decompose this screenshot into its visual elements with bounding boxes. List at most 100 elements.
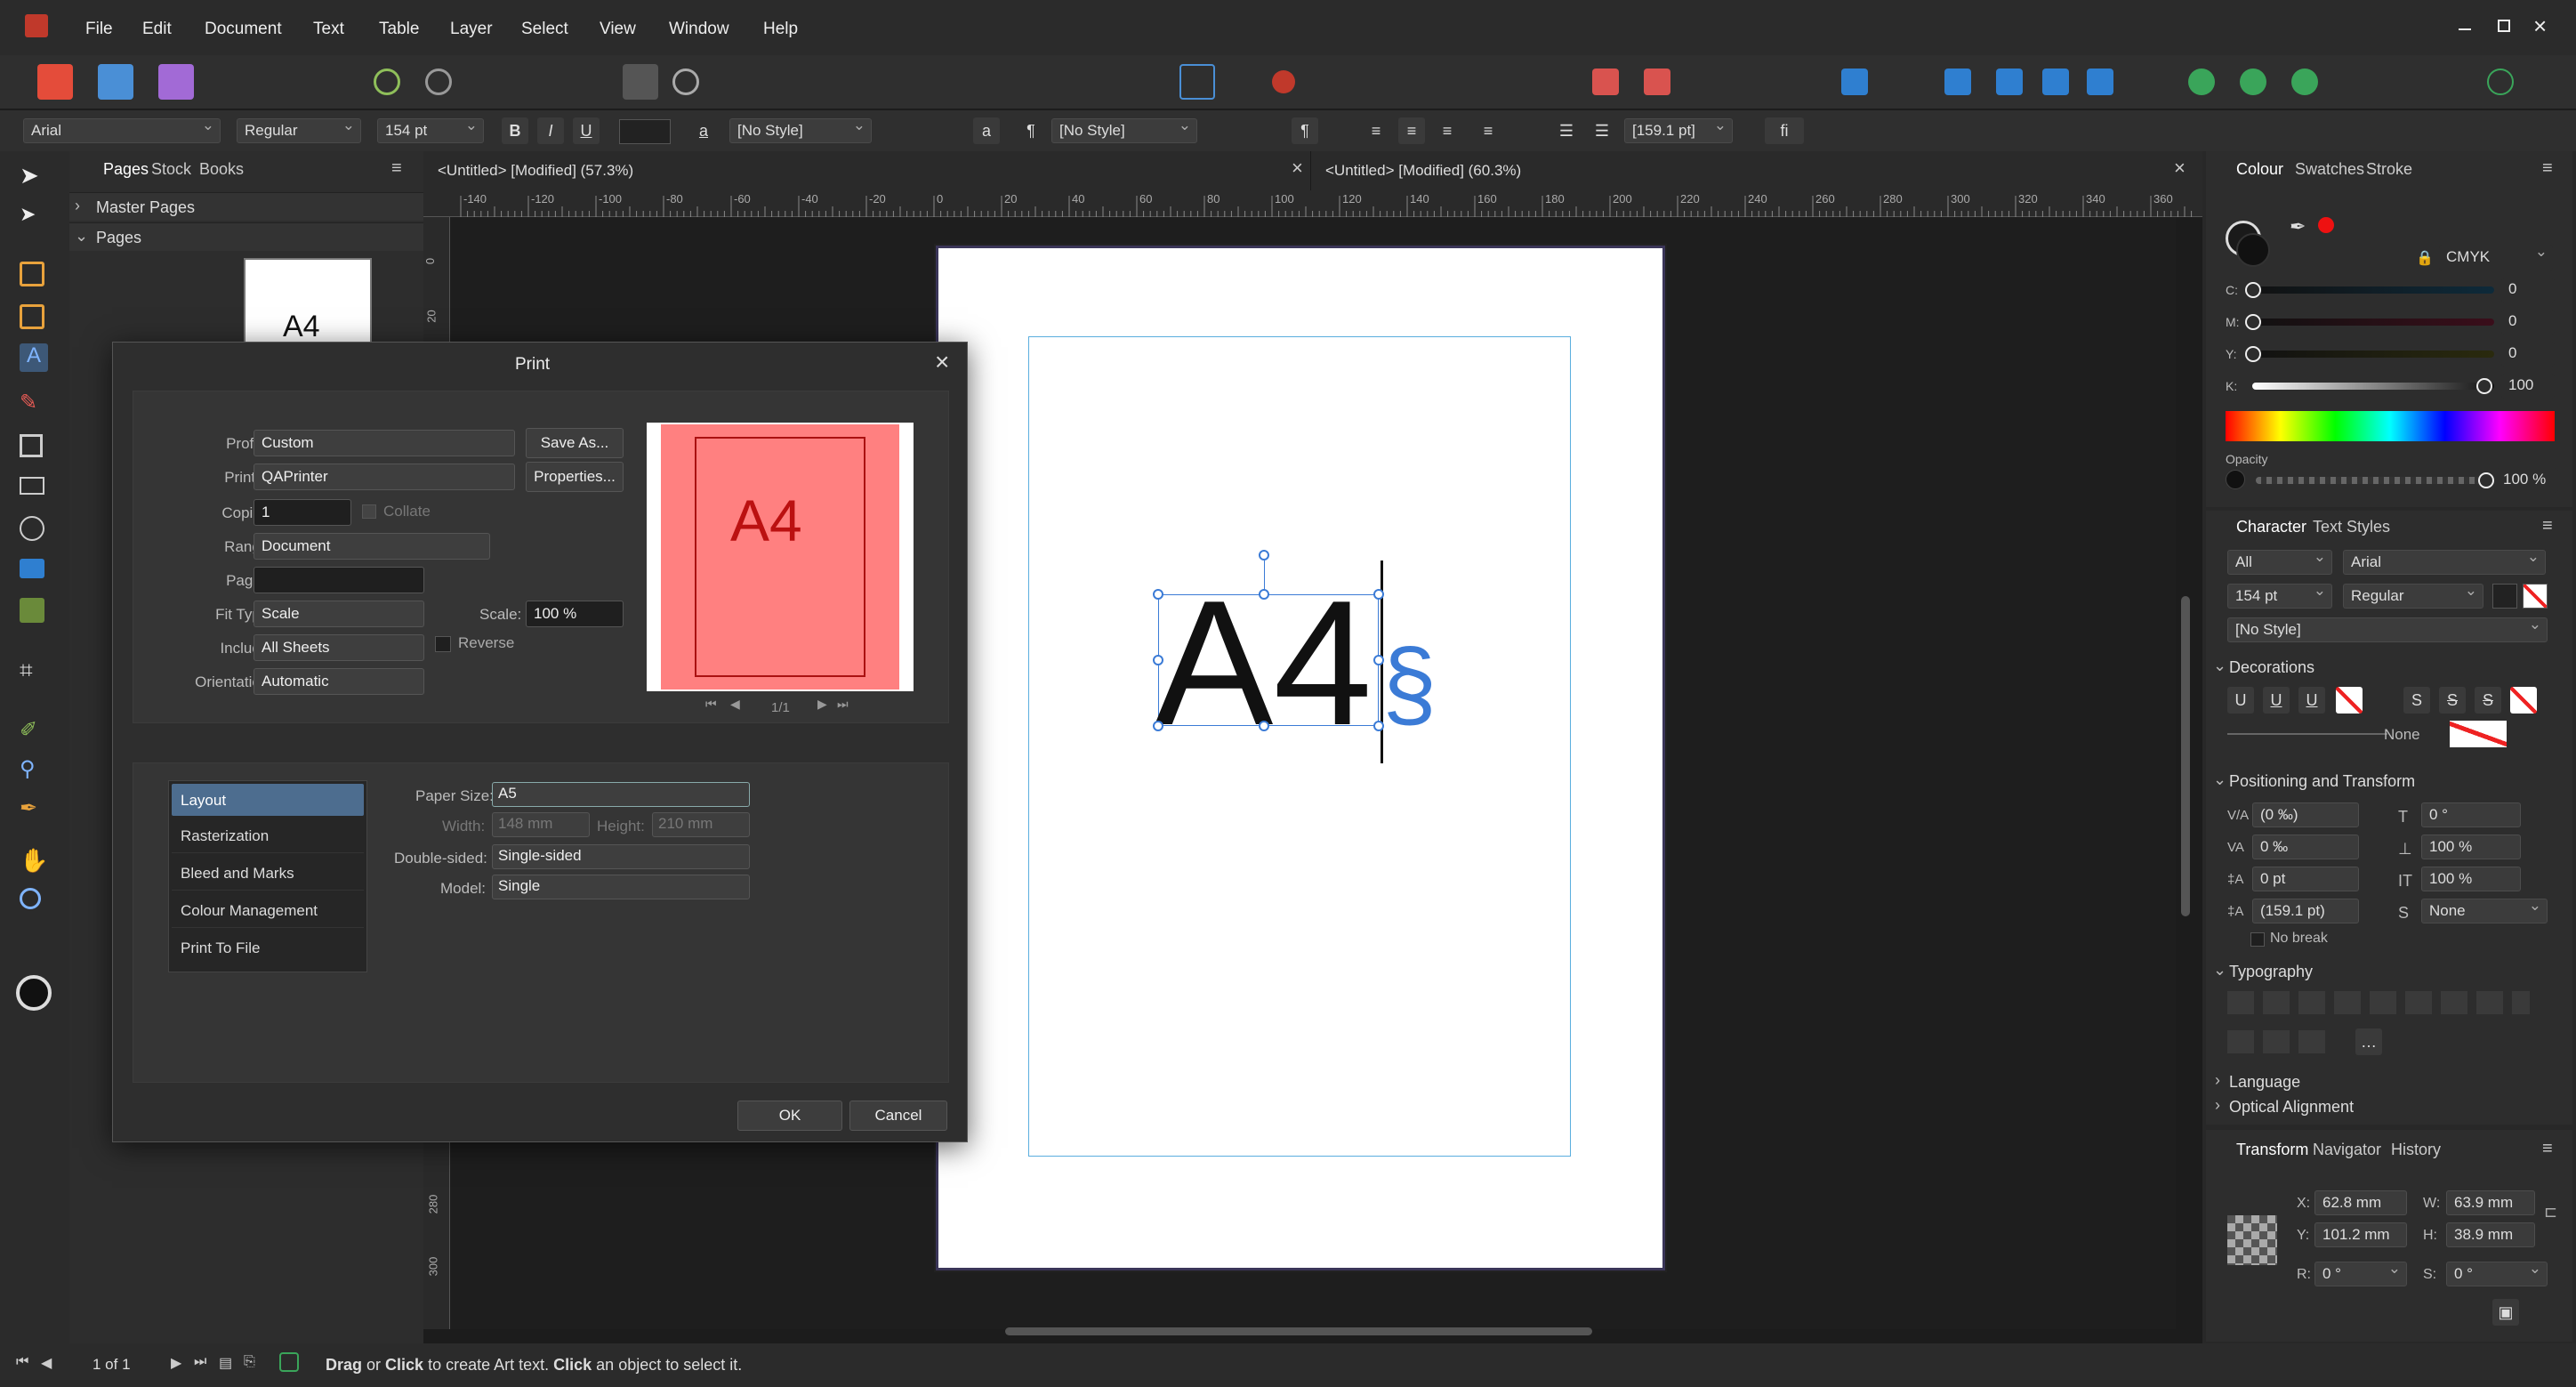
menu-view[interactable]: View xyxy=(600,20,636,39)
spread-icon[interactable]: ⎘ xyxy=(244,1354,255,1370)
section-layout[interactable]: Layout xyxy=(172,784,364,816)
hscale-input[interactable]: 100 % xyxy=(2421,835,2521,859)
preflight-icon[interactable] xyxy=(425,69,452,95)
ok-button[interactable]: OK xyxy=(737,1101,842,1131)
publisher-persona-icon[interactable] xyxy=(37,64,73,100)
preview-mode-icon[interactable] xyxy=(672,69,699,95)
pages-header[interactable]: ⌄ Pages xyxy=(69,222,423,251)
strike-thick-button[interactable]: S xyxy=(2475,687,2501,714)
y-slider-knob[interactable] xyxy=(2245,346,2261,362)
close-window-icon[interactable]: × xyxy=(2533,12,2547,40)
paragraph-style-select[interactable]: [No Style] xyxy=(1051,118,1197,143)
tab-stock[interactable]: Stock xyxy=(151,160,191,179)
menu-text[interactable]: Text xyxy=(313,20,344,39)
x-input[interactable]: 62.8 mm xyxy=(2314,1190,2407,1215)
positioning-header[interactable]: ⌄ Positioning and Transform xyxy=(2206,769,2572,794)
underline-button[interactable]: U xyxy=(573,117,600,144)
tab-navigator[interactable]: Navigator xyxy=(2313,1141,2381,1159)
opacity-slider[interactable] xyxy=(2256,477,2492,484)
fill-tool-icon[interactable]: ✐ xyxy=(20,717,50,747)
decorations-header[interactable]: ⌄ Decorations xyxy=(2206,655,2572,680)
decoration-colour-swatch[interactable] xyxy=(2450,721,2507,747)
bold-button[interactable]: B xyxy=(502,117,528,144)
opacity-value[interactable]: 100 % xyxy=(2496,468,2558,493)
ellipse-frame-tool-icon[interactable] xyxy=(20,516,44,541)
ligature-button[interactable]: fi xyxy=(1765,117,1804,144)
flip-vertical-icon[interactable] xyxy=(1996,69,2023,95)
underline-thick-button[interactable]: U xyxy=(2298,687,2325,714)
opacity-reset-icon[interactable] xyxy=(2226,470,2245,489)
char-scope-select[interactable]: All xyxy=(2227,550,2332,575)
boolean-subtract-icon[interactable] xyxy=(2240,69,2266,95)
tab-colour[interactable]: Colour xyxy=(2236,160,2283,179)
handle-bl[interactable] xyxy=(1153,721,1163,731)
pen-tool-icon[interactable]: ✎ xyxy=(20,390,50,420)
font-size-select[interactable]: 154 pt xyxy=(377,118,484,143)
char-highlight-swatch[interactable] xyxy=(2523,584,2548,609)
tab-character[interactable]: Character xyxy=(2236,518,2306,536)
strike-colour-swatch[interactable] xyxy=(2510,687,2537,714)
y-input[interactable]: 101.2 mm xyxy=(2314,1222,2407,1247)
table-tool-icon[interactable] xyxy=(20,304,44,329)
align-right-button[interactable]: ≡ xyxy=(1434,117,1461,144)
underline-double-button[interactable]: U xyxy=(2263,687,2290,714)
typography-header[interactable]: ⌄ Typography xyxy=(2206,959,2572,984)
hand-tool-icon[interactable]: ✋ xyxy=(20,847,50,877)
char-size-select[interactable]: 154 pt xyxy=(2227,584,2332,609)
colour-panel-menu-icon[interactable]: ≡ xyxy=(2542,158,2553,179)
lock-aspect-icon[interactable]: ⊏ xyxy=(2544,1203,2557,1222)
account-icon[interactable] xyxy=(2487,69,2514,95)
designer-persona-icon[interactable] xyxy=(98,64,133,100)
master-pages-header[interactable]: › Master Pages xyxy=(69,192,423,221)
close-dialog-icon[interactable]: × xyxy=(935,348,949,376)
strike-double-button[interactable]: S xyxy=(2439,687,2466,714)
tab-swatches[interactable]: Swatches xyxy=(2295,160,2364,179)
boolean-intersect-icon[interactable] xyxy=(2291,69,2318,95)
vertical-scrollbar[interactable] xyxy=(2181,596,2190,916)
art-text-tool-icon[interactable]: A xyxy=(20,343,48,372)
prev-page-icon[interactable]: ◀ xyxy=(41,1354,52,1372)
font-style-select[interactable]: Regular xyxy=(237,118,361,143)
arrange-front-icon[interactable] xyxy=(1592,69,1619,95)
section-colour-management[interactable]: Colour Management xyxy=(172,892,364,928)
tab-transform[interactable]: Transform xyxy=(2236,1141,2308,1159)
menu-window[interactable]: Window xyxy=(669,20,729,39)
y-slider[interactable] xyxy=(2252,351,2494,358)
para-style-icon[interactable]: a xyxy=(973,117,1000,144)
vector-crop-tool-icon[interactable] xyxy=(20,598,44,623)
kerning-input[interactable]: (0 ‰) xyxy=(2252,802,2359,827)
collate-checkbox[interactable] xyxy=(362,504,376,519)
colour-model-select[interactable]: CMYK xyxy=(2439,246,2553,270)
shear-input[interactable]: 0 ° xyxy=(2421,802,2521,827)
first-page-icon[interactable]: ⏮ xyxy=(16,1354,28,1370)
c-slider[interactable] xyxy=(2252,286,2494,294)
c-slider-knob[interactable] xyxy=(2245,282,2261,298)
no-break-checkbox[interactable] xyxy=(2250,932,2265,947)
pilcrow-icon[interactable]: ¶ xyxy=(1018,117,1044,144)
snapping-icon[interactable] xyxy=(1272,70,1295,93)
m-value[interactable]: 0 xyxy=(2501,310,2555,335)
shear-select[interactable]: 0 ° xyxy=(2446,1262,2548,1286)
menu-document[interactable]: Document xyxy=(205,20,282,39)
justify-button[interactable]: ≡ xyxy=(1475,117,1501,144)
char-colour-swatch[interactable] xyxy=(2492,584,2517,609)
char-font-select[interactable]: Arial xyxy=(2343,550,2546,575)
m-slider[interactable] xyxy=(2252,319,2494,326)
cancel-button[interactable]: Cancel xyxy=(849,1101,947,1131)
last-page-icon[interactable]: ⏭ xyxy=(194,1354,206,1370)
optical-header[interactable]: › Optical Alignment xyxy=(2206,1094,2572,1117)
rectangle-tool-icon[interactable] xyxy=(20,434,43,457)
reverse-checkbox[interactable] xyxy=(435,636,451,652)
picture-frame-tool-icon[interactable] xyxy=(20,477,44,495)
maximize-icon[interactable] xyxy=(2498,20,2510,32)
tab-stroke[interactable]: Stroke xyxy=(2366,160,2412,179)
profile-select[interactable]: Custom xyxy=(254,430,515,456)
show-pilcrow-button[interactable]: ¶ xyxy=(1292,117,1318,144)
menu-edit[interactable]: Edit xyxy=(142,20,172,39)
pages-input[interactable] xyxy=(254,567,424,593)
align-center-button[interactable]: ≡ xyxy=(1398,117,1425,144)
horizontal-scrollbar[interactable] xyxy=(1005,1327,1592,1335)
rotate-right-icon[interactable] xyxy=(2087,69,2113,95)
typography-more-button[interactable]: … xyxy=(2355,1028,2382,1055)
spectrum-bar[interactable] xyxy=(2226,411,2555,441)
